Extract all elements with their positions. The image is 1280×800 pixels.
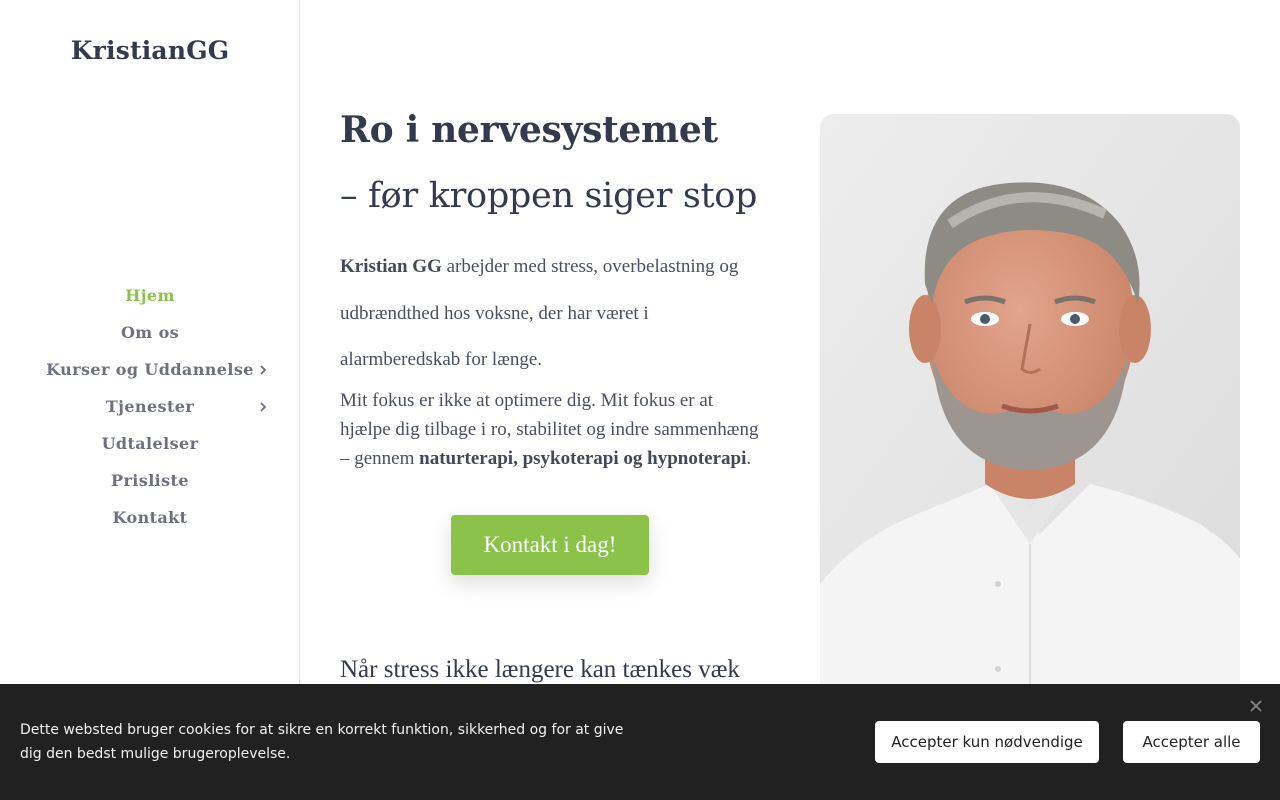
nav-item-kurser-og-uddannelse[interactable]: Kurser og Uddannelse <box>0 351 300 388</box>
nav-item-hjem[interactable]: Hjem <box>0 277 300 314</box>
main-content: Ro i nervesystemet – før kroppen siger s… <box>300 0 1280 800</box>
accept-necessary-button[interactable]: Accepter kun nødvendige <box>875 721 1099 763</box>
focus-end: . <box>746 447 752 469</box>
sidebar: KristianGG Hjem Om os Kurser og Uddannel… <box>0 0 300 800</box>
hero-subtitle: – før kroppen siger stop <box>340 176 758 216</box>
nav-item-prisliste[interactable]: Prisliste <box>0 462 300 499</box>
focus-therapies: naturterapi, psykoterapi og hypnoterapi <box>419 447 747 469</box>
section-heading: Når stress ikke længere kan tænkes væk <box>340 656 740 683</box>
hero-title: Ro i nervesystemet <box>340 109 718 151</box>
nav-item-udtalelser[interactable]: Udtalelser <box>0 425 300 462</box>
nav-item-om-os[interactable]: Om os <box>0 314 300 351</box>
portrait-photo <box>820 114 1240 694</box>
accept-all-button[interactable]: Accepter alle <box>1123 721 1260 763</box>
intro-paragraph: Kristian GG arbejder med stress, overbel… <box>340 244 760 384</box>
nav-item-kontakt[interactable]: Kontakt <box>0 499 300 536</box>
chevron-right-icon[interactable] <box>256 351 270 388</box>
cookie-text: Dette websted bruger cookies for at sikr… <box>20 722 624 762</box>
site-logo[interactable]: KristianGG <box>0 36 300 65</box>
intro-name: Kristian GG <box>340 256 442 277</box>
contact-cta-button[interactable]: Kontakt i dag! <box>451 514 649 575</box>
hero-text: Ro i nervesystemet – før kroppen siger s… <box>340 104 760 575</box>
focus-paragraph: Mit fokus er ikke at optimere dig. Mit f… <box>340 386 760 473</box>
cta-wrapper: Kontakt i dag! <box>340 514 760 575</box>
nav-item-label: Kurser og Uddannelse <box>46 360 254 379</box>
cookie-banner: Dette websted bruger cookies for at sikr… <box>0 684 1280 800</box>
close-icon[interactable] <box>1248 698 1264 714</box>
chevron-right-icon[interactable] <box>256 388 270 425</box>
main-nav: Hjem Om os Kurser og Uddannelse Tjeneste… <box>0 277 300 536</box>
nav-item-label: Tjenester <box>105 397 195 416</box>
nav-item-tjenester[interactable]: Tjenester <box>0 388 300 425</box>
